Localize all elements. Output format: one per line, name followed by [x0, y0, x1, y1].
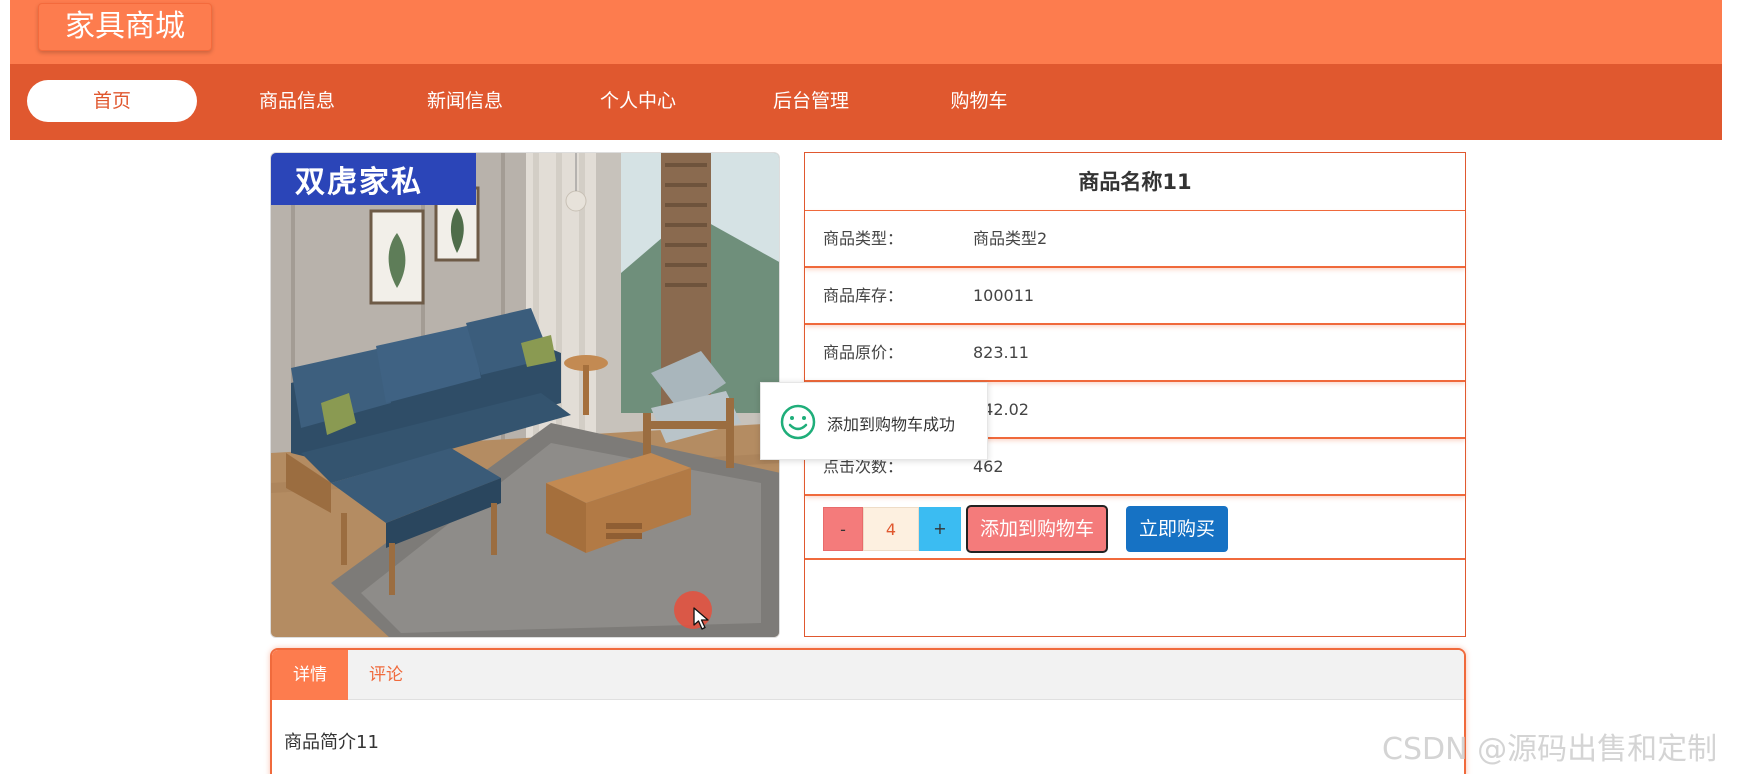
field-label-type: 商品类型：: [823, 229, 904, 248]
field-value-type: 商品类型2: [973, 229, 1048, 248]
quantity-input[interactable]: 4: [863, 507, 919, 551]
product-name: 商品名称11: [805, 153, 1465, 211]
main-nav: 首页 商品信息 新闻信息 个人中心 后台管理 购物车: [10, 64, 1722, 140]
mouse-cursor-icon: [693, 607, 709, 630]
add-to-cart-button[interactable]: 添加到购物车: [966, 505, 1108, 553]
tabs-header: 详情 评论: [272, 650, 1464, 700]
nav-item-personal-center[interactable]: 个人中心: [553, 80, 723, 122]
success-toast: 添加到购物车成功: [760, 382, 988, 460]
nav-item-products[interactable]: 商品信息: [212, 80, 382, 122]
nav-item-cart[interactable]: 购物车: [894, 80, 1064, 122]
quantity-increase-button[interactable]: +: [919, 507, 961, 551]
product-field-row: 商品原价： 823.11: [805, 325, 1465, 382]
site-logo[interactable]: 家具商城: [38, 3, 212, 51]
smile-icon: [779, 403, 817, 445]
product-field-row: 商品类型： 商品类型2: [805, 211, 1465, 268]
product-image-brand-text: 双虎家私: [295, 165, 423, 200]
watermark-text: CSDN @源码出售和定制: [1382, 732, 1718, 767]
toast-message: 添加到购物车成功: [827, 415, 956, 434]
purchase-actions: - 4 + 添加到购物车 立即购买: [805, 496, 1465, 560]
buy-now-button[interactable]: 立即购买: [1126, 506, 1228, 552]
tab-comments[interactable]: 评论: [348, 650, 424, 700]
field-value-original-price: 823.11: [973, 343, 1029, 362]
nav-item-news[interactable]: 新闻信息: [380, 80, 550, 122]
nav-item-admin[interactable]: 后台管理: [726, 80, 896, 122]
nav-item-home[interactable]: 首页: [27, 80, 197, 122]
field-label-original-price: 商品原价：: [823, 343, 904, 362]
top-header: 家具商城: [10, 0, 1722, 64]
browser-viewport: 家具商城 首页 商品信息 新闻信息 个人中心 后台管理 购物车 双虎家私 商品名…: [10, 0, 1722, 774]
quantity-decrease-button[interactable]: -: [823, 507, 863, 551]
tab-content: 商品简介11: [284, 732, 379, 753]
field-label-stock: 商品库存：: [823, 286, 904, 305]
detail-tabs: 详情 评论 商品简介11: [270, 648, 1466, 774]
product-field-row: 商品库存： 100011: [805, 268, 1465, 325]
field-value-stock: 100011: [973, 286, 1035, 305]
tab-details[interactable]: 详情: [272, 650, 348, 700]
product-image: 双虎家私: [270, 152, 780, 638]
